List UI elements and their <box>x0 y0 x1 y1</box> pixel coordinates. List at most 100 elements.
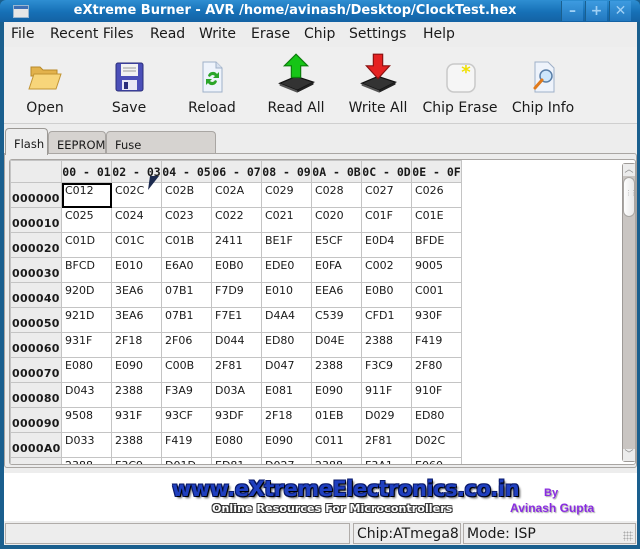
hex-cell[interactable]: ED80 <box>411 407 462 433</box>
hex-cell[interactable]: C01B <box>161 232 212 258</box>
menu-chip[interactable]: Chip <box>304 26 335 42</box>
hex-cell[interactable]: F419 <box>411 332 462 358</box>
hex-cell[interactable]: C02C <box>111 182 162 208</box>
tab-flash[interactable]: Flash <box>5 128 48 155</box>
hex-cell[interactable]: 93DF <box>211 407 262 433</box>
hex-cell[interactable]: E080 <box>61 357 112 383</box>
hex-cell[interactable]: E010 <box>261 282 312 308</box>
hex-cell[interactable]: D043 <box>61 382 112 408</box>
hex-cell[interactable]: 3EA6 <box>111 282 162 308</box>
save-button[interactable]: Save <box>96 47 162 124</box>
hex-cell[interactable]: C011 <box>311 432 362 458</box>
hex-cell[interactable]: C01F <box>361 207 412 233</box>
row-address-header[interactable]: 000010 <box>10 207 62 233</box>
hex-cell[interactable]: E0B0 <box>361 282 412 308</box>
hex-cell[interactable]: F3C9 <box>111 457 162 464</box>
hex-cell[interactable]: EEA6 <box>311 282 362 308</box>
hex-cell[interactable]: E010 <box>111 257 162 283</box>
hex-cell[interactable]: E6A0 <box>161 257 212 283</box>
column-header[interactable]: 02 - 03 <box>111 160 162 183</box>
chip-info-button[interactable]: Chip Info <box>508 47 578 124</box>
hex-cell[interactable]: 930F <box>411 307 462 333</box>
hex-cell[interactable]: BFCD <box>61 257 112 283</box>
hex-cell[interactable]: 2388 <box>361 332 412 358</box>
hex-cell[interactable]: 9005 <box>411 257 462 283</box>
scroll-up-arrow-icon[interactable]: ︿ <box>623 164 635 176</box>
hex-cell[interactable]: E5CF <box>311 232 362 258</box>
menu-recent-files[interactable]: Recent Files <box>50 26 134 42</box>
hex-cell[interactable]: 2F06 <box>161 332 212 358</box>
hex-cell[interactable]: C024 <box>111 207 162 233</box>
column-header[interactable]: 0E - 0F <box>411 160 462 183</box>
hex-cell[interactable]: D027 <box>261 457 312 464</box>
hex-cell[interactable]: D4A4 <box>261 307 312 333</box>
hex-cell[interactable]: 2F81 <box>361 432 412 458</box>
tab-eeprom[interactable]: EEPROM <box>48 131 106 155</box>
hex-cell[interactable]: BFDE <box>411 232 462 258</box>
row-address-header[interactable]: 000050 <box>10 307 62 333</box>
hex-cell[interactable]: C00B <box>161 357 212 383</box>
resize-grip-icon[interactable] <box>623 531 633 541</box>
hex-cell[interactable]: C020 <box>311 207 362 233</box>
hex-cell[interactable]: 01EB <box>311 407 362 433</box>
hex-cell[interactable]: 07B1 <box>161 282 212 308</box>
hex-cell[interactable]: 3EA6 <box>111 307 162 333</box>
hex-cell[interactable]: F7D9 <box>211 282 262 308</box>
row-address-header[interactable]: 000090 <box>10 407 62 433</box>
hex-cell[interactable]: C028 <box>311 182 362 208</box>
hex-cell[interactable]: F3C9 <box>361 357 412 383</box>
hex-cell[interactable]: E080 <box>211 432 262 458</box>
hex-cell[interactable]: C01C <box>111 232 162 258</box>
hex-cell[interactable]: C02B <box>161 182 212 208</box>
hex-cell[interactable]: E081 <box>261 382 312 408</box>
column-header[interactable]: 0C - 0D <box>361 160 412 183</box>
menu-read[interactable]: Read <box>150 26 185 42</box>
hex-cell[interactable]: D047 <box>261 357 312 383</box>
hex-cell[interactable]: F419 <box>161 432 212 458</box>
title-bar[interactable]: eXtreme Burner - AVR /home/avinash/Deskt… <box>0 0 640 22</box>
row-address-header[interactable]: 000020 <box>10 232 62 258</box>
hex-cell[interactable]: E0D4 <box>361 232 412 258</box>
row-address-header[interactable]: 000070 <box>10 357 62 383</box>
row-address-header[interactable]: 000030 <box>10 257 62 283</box>
hex-cell[interactable]: 9508 <box>61 407 112 433</box>
hex-cell[interactable]: 920D <box>61 282 112 308</box>
hex-cell[interactable]: 07B1 <box>161 307 212 333</box>
hex-cell[interactable]: D03A <box>211 382 262 408</box>
scroll-down-arrow-icon[interactable]: ﹀ <box>623 449 635 461</box>
menu-settings[interactable]: Settings <box>349 26 406 42</box>
vertical-scrollbar[interactable]: ︿ ﹀ <box>622 163 635 462</box>
hex-cell[interactable]: 2388 <box>61 457 112 464</box>
column-header[interactable]: 00 - 01 <box>61 160 112 183</box>
row-address-header[interactable]: 000040 <box>10 282 62 308</box>
hex-cell[interactable]: ED80 <box>261 332 312 358</box>
hex-cell[interactable]: E060 <box>411 457 462 464</box>
row-address-header[interactable]: 0000B0 <box>10 457 62 464</box>
hex-cell[interactable]: ED81 <box>211 457 262 464</box>
hex-cell[interactable]: C01E <box>411 207 462 233</box>
hex-cell[interactable]: 2388 <box>111 382 162 408</box>
hex-cell[interactable]: C029 <box>261 182 312 208</box>
hex-cell[interactable]: 93CF <box>161 407 212 433</box>
hex-cell[interactable]: 2F18 <box>261 407 312 433</box>
hex-cell[interactable]: EDE0 <box>261 257 312 283</box>
read-all-button[interactable]: Read All <box>262 47 330 124</box>
hex-cell[interactable]: E0B0 <box>211 257 262 283</box>
hex-cell[interactable]: 2388 <box>311 357 362 383</box>
hex-cell[interactable]: C539 <box>311 307 362 333</box>
hex-cell[interactable]: 2388 <box>311 457 362 464</box>
hex-cell[interactable]: 2388 <box>111 432 162 458</box>
hex-cell[interactable]: C026 <box>411 182 462 208</box>
column-header[interactable]: 04 - 05 <box>161 160 212 183</box>
hex-cell[interactable]: 921D <box>61 307 112 333</box>
hex-cell[interactable]: C012 <box>61 182 112 208</box>
hex-cell[interactable]: 2F18 <box>111 332 162 358</box>
menu-erase[interactable]: Erase <box>251 26 290 42</box>
close-button[interactable]: ✕ <box>609 1 631 21</box>
column-header[interactable]: 06 - 07 <box>211 160 262 183</box>
row-address-header[interactable]: 000080 <box>10 382 62 408</box>
open-button[interactable]: Open <box>12 47 78 124</box>
hex-cell[interactable]: D044 <box>211 332 262 358</box>
hex-cell[interactable]: C021 <box>261 207 312 233</box>
hex-cell[interactable]: D02C <box>411 432 462 458</box>
